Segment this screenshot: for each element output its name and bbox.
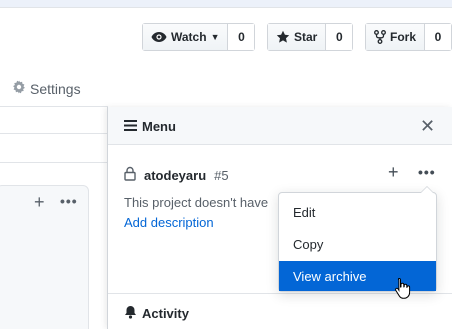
fork-button[interactable]: Fork xyxy=(366,24,426,50)
column-add-icon[interactable]: + xyxy=(34,192,45,213)
hamburger-icon xyxy=(124,119,137,134)
caret-down-icon: ▼ xyxy=(210,32,220,42)
close-icon[interactable]: ✕ xyxy=(420,116,435,137)
project-options-dropdown: Edit Copy View archive xyxy=(278,186,437,292)
star-button[interactable]: Star xyxy=(268,24,327,50)
menu-title-label: Menu xyxy=(142,119,176,134)
activity-heading: Activity xyxy=(124,305,189,322)
dropdown-item-view-archive[interactable]: View archive xyxy=(279,261,436,291)
lock-icon xyxy=(124,166,136,184)
fork-group: Fork 0 xyxy=(365,23,452,51)
menu-title: Menu xyxy=(124,119,176,134)
hand-cursor-icon xyxy=(394,277,412,302)
project-number: #5 xyxy=(214,167,229,183)
dropdown-item-edit[interactable]: Edit xyxy=(279,197,436,227)
star-count[interactable]: 0 xyxy=(326,24,353,50)
settings-label: Settings xyxy=(30,80,81,97)
more-options-icon[interactable]: ••• xyxy=(418,164,436,180)
bell-icon xyxy=(124,305,137,322)
settings-tab[interactable]: Settings xyxy=(12,80,81,97)
project-row: atodeyaru #5 xyxy=(124,166,229,184)
project-description: This project doesn't have xyxy=(124,195,269,210)
gear-icon xyxy=(12,80,26,97)
fork-count[interactable]: 0 xyxy=(425,24,452,50)
top-band xyxy=(0,0,452,8)
dropdown-item-copy[interactable]: Copy xyxy=(279,229,436,259)
repo-actions: Watch ▼ 0 Star 0 Fork 0 xyxy=(0,23,452,51)
star-label: Star xyxy=(294,30,318,44)
watch-count[interactable]: 0 xyxy=(228,24,255,50)
add-icon[interactable]: + xyxy=(388,162,399,183)
column-more-icon[interactable]: ••• xyxy=(60,193,78,209)
toolbar-strip xyxy=(0,133,108,163)
eye-icon xyxy=(151,31,167,43)
fork-label: Fork xyxy=(390,30,417,44)
project-owner[interactable]: atodeyaru xyxy=(144,168,206,183)
watch-group: Watch ▼ 0 xyxy=(142,23,256,51)
watch-label: Watch xyxy=(171,30,207,44)
watch-button[interactable]: Watch ▼ xyxy=(143,24,229,50)
fork-icon xyxy=(374,30,386,44)
star-group: Star 0 xyxy=(267,23,354,51)
activity-label: Activity xyxy=(142,306,189,321)
tab-underline xyxy=(0,106,108,107)
star-icon xyxy=(276,30,290,44)
add-description-link[interactable]: Add description xyxy=(124,215,214,230)
menu-header: Menu ✕ xyxy=(108,107,452,145)
